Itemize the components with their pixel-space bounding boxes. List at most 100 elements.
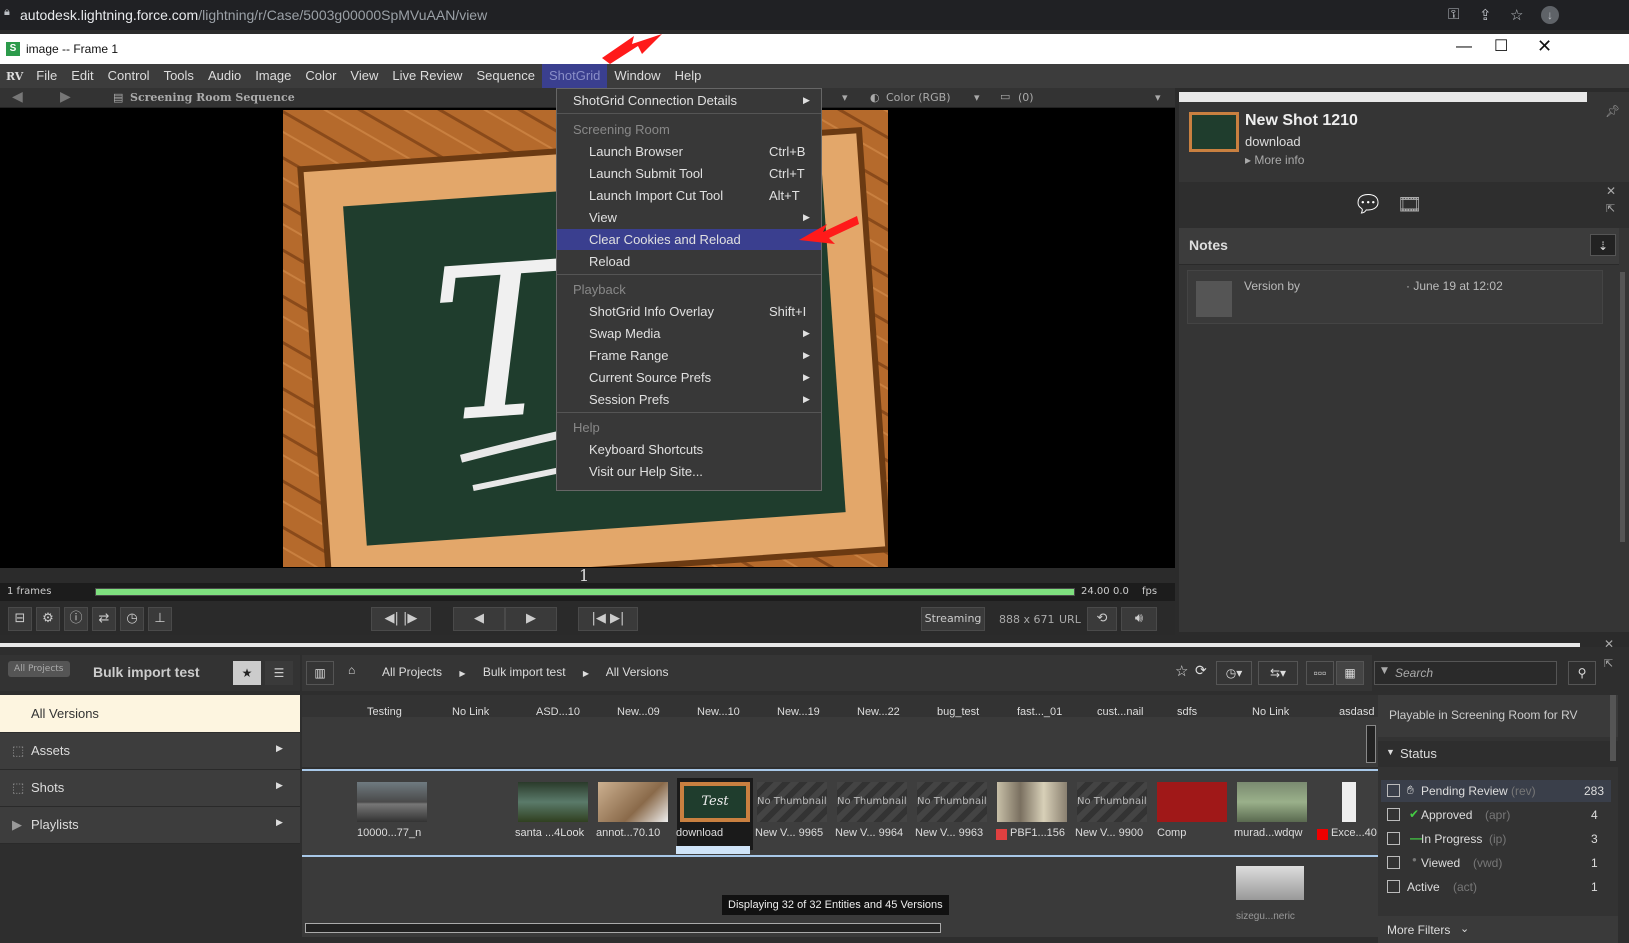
minimize-icon[interactable]: — <box>1456 38 1472 56</box>
swap-icon[interactable]: ⇄ <box>92 607 116 631</box>
thumb-9[interactable]: No Thumbnail <box>1077 782 1147 822</box>
checkbox[interactable] <box>1387 832 1400 845</box>
menu-item-launch-import-cut-tool[interactable]: Launch Import Cut Tool Alt+T <box>557 185 821 206</box>
thumb-1[interactable] <box>357 782 427 822</box>
thumb-2[interactable] <box>518 782 588 822</box>
pin-icon[interactable]: 📌︎ <box>1605 104 1620 118</box>
dropdown-arrow-icon[interactable]: ▼ <box>1381 666 1388 676</box>
column-label[interactable]: New...09 <box>617 706 660 718</box>
filmstrip-view-icon[interactable]: ▫▫▫ <box>1306 661 1334 685</box>
share-icon[interactable]: ⇪ <box>1479 6 1492 24</box>
column-label[interactable]: fast..._01 <box>1017 706 1062 718</box>
thumb-11[interactable] <box>1237 782 1307 822</box>
favorite-star-icon[interactable]: ★ <box>233 661 261 685</box>
filter-in-progress[interactable]: — In Progress (ip) 3 <box>1381 828 1611 850</box>
menu-item-frame-range[interactable]: Frame Range ▶ <box>557 345 821 366</box>
streaming-toggle[interactable]: Streaming <box>921 607 985 631</box>
filter-scrollbar[interactable] <box>1610 695 1616 761</box>
thumb-8[interactable] <box>997 782 1067 822</box>
volume-icon[interactable]: 🔊︎ <box>1121 607 1157 631</box>
menu-image[interactable]: Image <box>248 64 298 88</box>
info-icon[interactable]: ⓘ <box>64 607 88 631</box>
close-icon[interactable]: ✕ <box>1537 36 1552 57</box>
thumb-7[interactable]: No Thumbnail <box>917 782 987 822</box>
color-dropdown-icon[interactable]: ▾ <box>974 91 980 104</box>
sidebar-item-all-versions[interactable]: All Versions <box>0 695 300 732</box>
menu-item-launch-submit-tool[interactable]: Launch Submit Tool Ctrl+T <box>557 163 821 184</box>
download-icon[interactable]: ↓ <box>1541 6 1559 24</box>
column-label[interactable]: New...10 <box>697 706 740 718</box>
lane-scroll-handle[interactable] <box>1366 725 1376 763</box>
thumb-10[interactable] <box>1157 782 1227 822</box>
menu-item-current-source-prefs[interactable]: Current Source Prefs ▶ <box>557 367 821 388</box>
status-filter-header[interactable]: ▼ Status <box>1378 741 1618 767</box>
notes-filter-icon[interactable]: ⇣ <box>1590 234 1616 256</box>
play-forward-button[interactable]: ▶ <box>505 607 557 631</box>
sort-icon[interactable]: ⇆▾ <box>1258 661 1298 685</box>
grid-view-icon[interactable]: ▦ <box>1336 661 1364 685</box>
thumb-12[interactable] <box>1342 782 1356 822</box>
menu-live-review[interactable]: Live Review <box>385 64 469 88</box>
menu-item-help-site[interactable]: Visit our Help Site... <box>557 461 821 482</box>
checkbox[interactable] <box>1387 880 1400 893</box>
panel-toggle-icon[interactable]: ▥ <box>306 661 334 685</box>
thumb-4[interactable]: Test <box>680 782 750 822</box>
menu-shotgrid[interactable]: ShotGrid <box>542 64 608 88</box>
menu-help[interactable]: Help <box>668 64 709 88</box>
menu-edit[interactable]: Edit <box>64 64 100 88</box>
loop-icon[interactable]: ⟲ <box>1087 607 1117 631</box>
maximize-icon[interactable]: ☐ <box>1494 36 1508 56</box>
menu-item-launch-browser[interactable]: Launch Browser Ctrl+B <box>557 141 821 162</box>
menu-item-connection-details[interactable]: ShotGrid Connection Details ▶ <box>557 90 821 111</box>
forward-arrow-icon[interactable]: ▶ <box>60 89 71 105</box>
menu-item-swap-media[interactable]: Swap Media ▶ <box>557 323 821 344</box>
menu-audio[interactable]: Audio <box>201 64 248 88</box>
play-backward-button[interactable]: ◀ <box>453 607 505 631</box>
horizontal-scrollbar[interactable] <box>305 923 941 933</box>
all-projects-tag[interactable]: All Projects <box>8 661 70 677</box>
monitor-count[interactable]: (0) <box>1018 91 1034 104</box>
column-label[interactable]: New...19 <box>777 706 820 718</box>
column-label[interactable]: ASD...10 <box>536 706 580 718</box>
star-icon[interactable]: ☆ <box>1510 6 1523 24</box>
column-label[interactable]: No Link <box>1252 706 1289 718</box>
notes-scrollbar[interactable] <box>1620 272 1625 542</box>
column-label[interactable]: New...22 <box>857 706 900 718</box>
monitor-dropdown-icon[interactable]: ▾ <box>1155 91 1161 104</box>
shotgrid-icon[interactable]: ⚙ <box>36 607 60 631</box>
search-icon[interactable]: ⚲ <box>1568 661 1596 685</box>
mark-icon[interactable]: ⊥ <box>148 607 172 631</box>
breadcrumb-all-versions[interactable]: All Versions <box>606 665 669 679</box>
more-info-link[interactable]: ▸ More info <box>1245 153 1304 167</box>
filter-viewed[interactable]: ● Viewed (vwd) 1 <box>1381 852 1611 874</box>
key-icon[interactable]: ⚿ <box>1448 6 1459 23</box>
sidebar-item-assets[interactable]: ⬚ Assets ▶ <box>0 733 300 770</box>
url-text[interactable]: autodesk.lightning.force.com/lightning/r… <box>20 7 487 23</box>
browser-popout-icon[interactable]: ⇱ <box>1604 657 1613 670</box>
menu-item-info-overlay[interactable]: ShotGrid Info Overlay Shift+I <box>557 301 821 322</box>
browser-close-icon[interactable]: ✕ <box>1604 637 1614 651</box>
thumb-extra[interactable] <box>1236 866 1304 900</box>
column-label[interactable]: asdasd <box>1339 706 1374 718</box>
more-filters-button[interactable]: More Filters ⌄ <box>1378 916 1618 943</box>
menu-item-clear-cookies-reload[interactable]: Clear Cookies and Reload <box>557 229 821 250</box>
filter-pending-review[interactable]: ✋︎ Pending Review (rev) 283 <box>1381 780 1611 802</box>
menu-color[interactable]: Color <box>298 64 343 88</box>
column-label[interactable]: sdfs <box>1177 706 1197 718</box>
menu-sequence[interactable]: Sequence <box>469 64 542 88</box>
home-icon[interactable]: ⌂ <box>348 663 355 677</box>
column-label[interactable]: Testing <box>367 706 402 718</box>
checkbox[interactable] <box>1387 784 1400 797</box>
menu-item-reload[interactable]: Reload <box>557 251 821 272</box>
popout-icon[interactable]: ⇱ <box>1606 202 1615 215</box>
thumb-3[interactable] <box>598 782 668 822</box>
versions-tab-icon[interactable]: 🎞︎ <box>1397 192 1422 216</box>
jump-end-buttons[interactable]: |◀ ▶| <box>578 607 638 631</box>
menu-control[interactable]: Control <box>101 64 157 88</box>
breadcrumb-project[interactable]: Bulk import test <box>483 665 566 679</box>
note-card[interactable]: Version by · June 19 at 12:02 <box>1187 270 1603 324</box>
menu-item-session-prefs[interactable]: Session Prefs ▶ <box>557 389 821 410</box>
notes-tab-icon[interactable]: 💬︎ <box>1353 190 1383 218</box>
star-icon[interactable]: ☆ <box>1175 662 1188 680</box>
layout-icon[interactable]: ⊟ <box>8 607 32 631</box>
